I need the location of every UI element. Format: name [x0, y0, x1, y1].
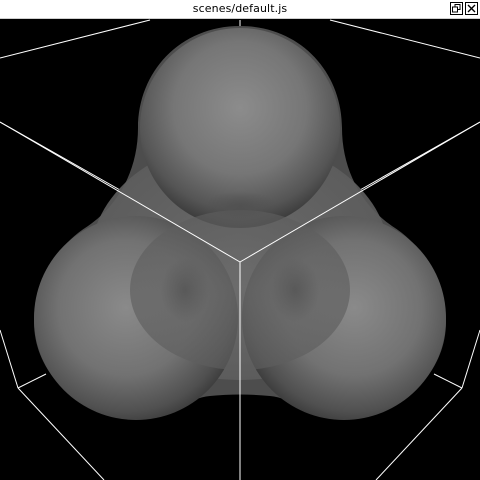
restore-window-icon: [452, 4, 461, 13]
title-bar[interactable]: scenes/default.js: [0, 0, 480, 19]
application-window: scenes/default.js: [0, 0, 480, 480]
window-title: scenes/default.js: [192, 2, 288, 15]
restore-button[interactable]: [450, 2, 463, 15]
3d-viewport[interactable]: [0, 19, 480, 480]
scene-render: [0, 19, 480, 480]
close-window-icon: [467, 4, 476, 13]
close-button[interactable]: [465, 2, 478, 15]
